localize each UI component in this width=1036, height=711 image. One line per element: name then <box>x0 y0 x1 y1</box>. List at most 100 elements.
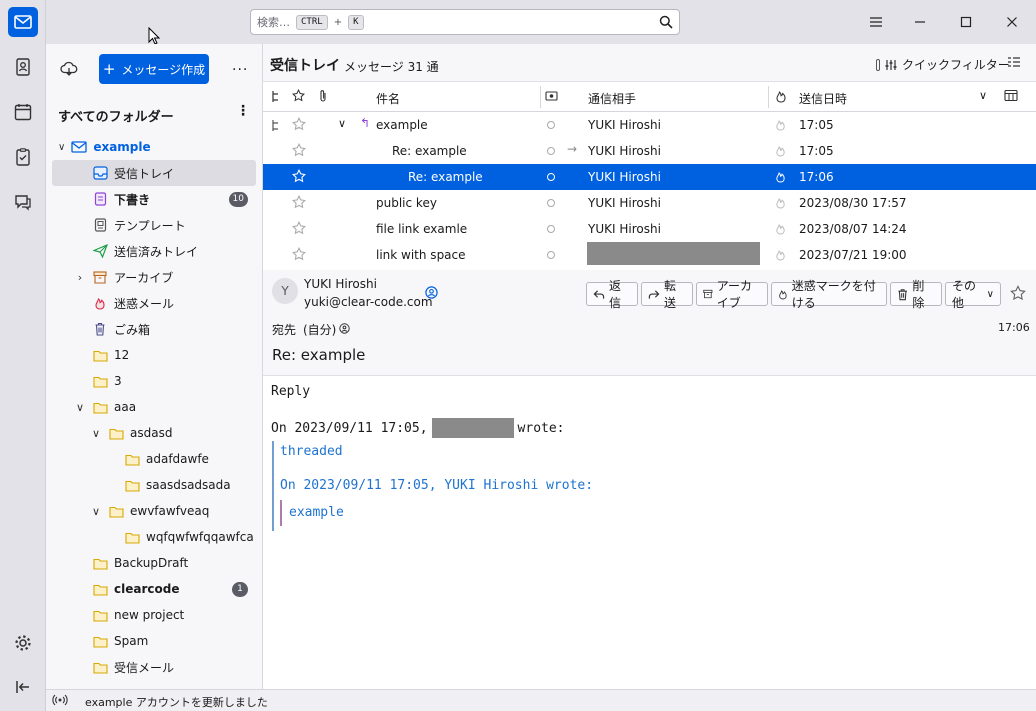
folder-item[interactable]: 受信メール <box>52 654 256 680</box>
address-book-icon[interactable] <box>8 52 38 82</box>
chevron-down-icon[interactable]: ∨ <box>58 142 65 153</box>
junk-column-icon[interactable] <box>775 90 787 106</box>
column-subject[interactable]: 件名 <box>376 90 400 107</box>
close-window-icon[interactable] <box>998 8 1026 36</box>
chevron-right-icon[interactable]: › <box>72 271 88 284</box>
folder-item[interactable]: adafdawfe <box>52 446 256 472</box>
star-icon[interactable] <box>292 116 306 134</box>
tasks-icon[interactable] <box>8 142 38 172</box>
filter-sliders-icon <box>885 59 897 70</box>
star-column-icon[interactable] <box>292 88 305 105</box>
message-row[interactable]: Re: example YUKI Hiroshi 17:06 <box>263 164 1036 190</box>
app-menu-icon[interactable] <box>862 8 890 36</box>
folder-item[interactable]: ∨ ewvfawfveaq <box>52 498 256 524</box>
unread-dot-icon[interactable] <box>547 251 555 259</box>
column-date[interactable]: 送信日時 <box>799 90 847 107</box>
get-messages-icon[interactable] <box>60 61 78 80</box>
junk-status-icon[interactable] <box>775 223 786 238</box>
unread-dot-icon[interactable] <box>547 173 555 181</box>
message-row[interactable]: public key YUKI Hiroshi 2023/08/30 17:57 <box>263 190 1036 216</box>
replied-icon: ↰ <box>360 116 371 130</box>
delete-button[interactable]: 削除 <box>890 279 942 310</box>
chevron-down-icon[interactable]: ∨ <box>88 427 104 440</box>
more-actions-button[interactable]: その他 ∨ <box>945 279 1001 310</box>
unread-dot-icon[interactable] <box>547 199 555 207</box>
unread-dot-icon[interactable] <box>547 147 555 155</box>
calendar-icon[interactable] <box>8 97 38 127</box>
folder-label: アーカイブ <box>114 270 174 285</box>
mail-space-icon[interactable] <box>8 7 38 37</box>
settings-gear-icon[interactable] <box>8 628 38 658</box>
archive-button[interactable]: アーカイブ <box>696 279 768 310</box>
chevron-down-icon[interactable]: ∨ <box>88 505 104 518</box>
star-icon[interactable] <box>292 246 306 264</box>
folder-item[interactable]: clearcode 1 <box>52 576 256 602</box>
message-subject: example <box>376 118 428 132</box>
star-icon[interactable] <box>292 168 306 186</box>
folder-item[interactable]: 3 <box>52 368 256 394</box>
read-status-column-icon[interactable] <box>545 90 558 105</box>
global-search-box[interactable]: 検索… CTRL + K <box>250 9 680 35</box>
reply-button[interactable]: 返信 <box>586 279 638 310</box>
collapse-spaces-icon[interactable] <box>8 672 38 702</box>
contact-icon[interactable] <box>425 286 438 302</box>
quick-filter-button[interactable]: クイックフィルター <box>876 56 1010 73</box>
folder-item[interactable]: saasdsadsada <box>52 472 256 498</box>
folder-item[interactable]: テンプレート <box>52 212 256 238</box>
recipient-value[interactable]: (自分) <box>303 321 336 338</box>
folder-item[interactable]: ごみ箱 <box>52 316 256 342</box>
chevron-down-icon[interactable]: ∨ <box>72 401 88 414</box>
junk-status-icon[interactable] <box>775 197 786 212</box>
folder-item[interactable]: BackupDraft <box>52 550 256 576</box>
folder-header-menu-icon[interactable]: ⋮ <box>236 104 250 118</box>
message-row[interactable]: file link examle YUKI Hiroshi 2023/08/07 1… <box>263 216 1036 242</box>
body-line-reply: Reply <box>271 384 311 399</box>
maximize-icon[interactable] <box>952 8 980 36</box>
star-icon[interactable] <box>292 142 306 160</box>
message-row[interactable]: link with space 2023/07/21 19:00 <box>263 242 1036 268</box>
attribution-suffix: wrote: <box>517 420 565 436</box>
thread-icon[interactable] <box>270 119 282 135</box>
folder-item[interactable]: ∨ asdasd <box>52 420 256 446</box>
junk-status-icon[interactable] <box>775 249 786 264</box>
folder-pane-header: すべてのフォルダー <box>58 110 174 125</box>
folder-item[interactable]: new project <box>52 602 256 628</box>
sender-name[interactable]: YUKI Hiroshi <box>304 277 377 291</box>
message-row[interactable]: Re: example → YUKI Hiroshi 17:05 <box>263 138 1036 164</box>
folder-item[interactable]: 受信トレイ <box>52 160 256 186</box>
star-icon[interactable] <box>292 220 306 238</box>
chevron-down-icon[interactable]: ∨ <box>338 117 346 130</box>
thread-column-icon[interactable] <box>270 90 282 106</box>
column-picker-icon[interactable] <box>1004 89 1018 105</box>
folder-item[interactable]: 迷惑メール <box>52 290 256 316</box>
junk-status-icon[interactable] <box>775 171 786 186</box>
unread-dot-icon[interactable] <box>547 121 555 129</box>
folder-item[interactable]: wqfqwfwfqqawfca <box>52 524 256 550</box>
junk-status-icon[interactable] <box>775 145 786 160</box>
folder-item[interactable]: ∨ aaa <box>52 394 256 420</box>
list-display-options-icon[interactable] <box>1007 56 1021 71</box>
minimize-icon[interactable] <box>906 8 934 36</box>
more-options-icon[interactable]: ··· <box>232 62 248 78</box>
forward-button[interactable]: 転送 <box>641 279 693 310</box>
sort-chevron-down-icon[interactable]: ∨ <box>979 89 987 102</box>
junk-status-icon[interactable] <box>775 119 786 134</box>
folder-item[interactable]: › アーカイブ <box>52 264 256 290</box>
compose-button[interactable]: + メッセージ作成 <box>99 54 209 84</box>
unread-dot-icon[interactable] <box>547 225 555 233</box>
message-correspondent: YUKI Hiroshi <box>588 144 661 158</box>
folder-item[interactable]: 下書き 10 <box>52 186 256 212</box>
folder-item[interactable]: Spam <box>52 628 256 654</box>
message-row[interactable]: ∨ ↰ example YUKI Hiroshi 17:05 <box>263 112 1036 138</box>
chat-icon[interactable] <box>8 187 38 217</box>
star-icon[interactable] <box>292 194 306 212</box>
folder-item[interactable]: 12 <box>52 342 256 368</box>
column-correspondent[interactable]: 通信相手 <box>588 90 636 107</box>
attachment-column-icon[interactable] <box>318 89 328 106</box>
sender-email[interactable]: yuki@clear-code.com <box>304 295 433 309</box>
mark-junk-button[interactable]: 迷惑マークを付ける <box>771 279 887 310</box>
star-message-icon[interactable] <box>1010 285 1026 304</box>
account-row[interactable]: ∨ example <box>52 134 256 160</box>
folder-item[interactable]: 送信済みトレイ <box>52 238 256 264</box>
search-icon[interactable] <box>659 15 673 29</box>
